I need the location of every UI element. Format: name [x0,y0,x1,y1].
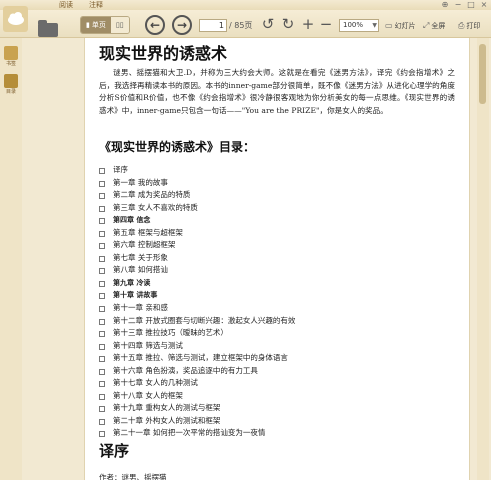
menu-strip: 阅读 注释 ⊕ − □ × [0,0,491,10]
zoom-in-icon[interactable]: + [300,16,316,32]
zoom-select[interactable]: 100% [339,19,379,32]
document-viewport[interactable]: 现实世界的诱惑术 谜男、摇摆猫和大卫.D，并称为三大约会大师。这就是在看完《迷男… [22,38,491,480]
toc-item[interactable]: 第十一章 亲和感 [99,302,455,315]
pin-icon[interactable]: ⊕ [440,0,450,10]
single-page-button[interactable]: ▮ 单页 [81,17,111,33]
vertical-scrollbar[interactable] [477,38,489,480]
fullscreen-button[interactable]: ⤢ 全屏 [423,19,445,33]
page-total-label: / 85页 [229,21,253,30]
page-number-input[interactable]: 1 [199,19,227,32]
preface-first-line: 作者：谜男、摇摆猫 [99,473,167,480]
open-folder-icon[interactable] [38,20,58,37]
toolbar: ▮ 单页 ▯▯ ← → 1 / 85页 ↺ ↻ + − 100% ▭ 幻灯片 ⤢… [0,10,491,38]
slideshow-button[interactable]: ▭ 幻灯片 [385,19,416,33]
window-controls: ⊕ − □ × [440,0,489,10]
page-title: 现实世界的诱惑术 [99,44,228,63]
slideshow-icon: ▭ [385,21,393,30]
rotate-left-icon[interactable]: ↺ [260,16,276,32]
toc-item[interactable]: 第七章 关于形象 [99,252,455,265]
toc-item[interactable]: 第十七章 女人的几种测试 [99,377,455,390]
printer-icon: ⎙ [458,21,465,30]
left-sidebar: 书签 目录 [0,38,22,480]
scrollbar-thumb[interactable] [479,44,486,104]
toc-item[interactable]: 第十二章 开放式圈套与切断兴趣：激起女人兴趣的有效 [99,315,455,328]
app-logo [3,6,28,32]
toc-item[interactable]: 第十五章 推拉、筛选与测试，建立框架中的身体语言 [99,352,455,365]
next-page-button[interactable]: → [172,15,192,35]
toc-item[interactable]: 第十四章 筛选与测试 [99,340,455,353]
preface-heading: 译序 [99,442,130,460]
toc-item[interactable]: 第三章 女人不喜欢的特质 [99,202,455,215]
menu-tab-annotate[interactable]: 注释 [83,0,109,10]
toc-item[interactable]: 第十三章 推拉技巧（暧昧的艺术） [99,327,455,340]
toc-item[interactable]: 第四章 信念 [99,214,455,227]
toc-item[interactable]: 第十章 讲故事 [99,289,455,302]
toc-item[interactable]: 第二章 成为奖品的特质 [99,189,455,202]
rotate-right-icon[interactable]: ↻ [280,16,296,32]
bookmarks-tab[interactable]: 书签 [2,46,20,67]
toc-item[interactable]: 第五章 框架与超框架 [99,227,455,240]
toc-item[interactable]: 第六章 控制超框架 [99,239,455,252]
toc-heading: 《现实世界的诱惑术》目录： [99,140,256,154]
fullscreen-icon: ⤢ [423,21,430,30]
toc-item[interactable]: 译序 [99,164,455,177]
zoom-out-icon[interactable]: − [318,16,334,32]
cloud-logo-icon [7,12,24,25]
double-page-icon: ▯▯ [115,21,124,29]
toc-item[interactable]: 第十九章 重构女人的测试与框架 [99,402,455,415]
prev-page-button[interactable]: ← [145,15,165,35]
document-page: 现实世界的诱惑术 谜男、摇摆猫和大卫.D，并称为三大约会大师。这就是在看完《迷男… [84,38,470,480]
toc-list-icon [4,74,18,88]
toc-tab[interactable]: 目录 [2,74,20,95]
bookmark-icon [4,46,18,60]
toc-item[interactable]: 第二十一章 如何把一次平常的搭讪变为一夜情 [99,427,455,440]
arrow-left-icon: ← [149,18,161,32]
arrow-right-icon: → [176,18,188,32]
maximize-button[interactable]: □ [466,0,476,10]
toc-item[interactable]: 第九章 冷读 [99,277,455,290]
menu-tab-read[interactable]: 阅读 [53,0,79,10]
toc-item[interactable]: 第十八章 女人的框架 [99,390,455,403]
minimize-button[interactable]: − [453,0,463,10]
view-mode-toggle: ▮ 单页 ▯▯ [80,16,130,34]
single-page-icon: ▮ [86,21,90,29]
toc-list: 译序 第一章 我的故事 第二章 成为奖品的特质 第三章 女人不喜欢的特质 第四章 信念第… [99,164,455,440]
intro-paragraph: 谜男、摇摆猫和大卫.D，并称为三大约会大师。这就是在看完《迷男方法》，译完《约会… [99,68,455,115]
toc-item[interactable]: 第十六章 角色扮演，奖品追逐中的有力工具 [99,365,455,378]
toc-item[interactable]: 第八章 如何搭讪 [99,264,455,277]
double-page-button[interactable]: ▯▯ [110,17,129,33]
toc-item[interactable]: 第一章 我的故事 [99,177,455,190]
toc-item[interactable]: 第二十章 外构女人的测试和框架 [99,415,455,428]
print-button[interactable]: ⎙ 打印 [458,19,480,33]
close-button[interactable]: × [479,0,489,10]
